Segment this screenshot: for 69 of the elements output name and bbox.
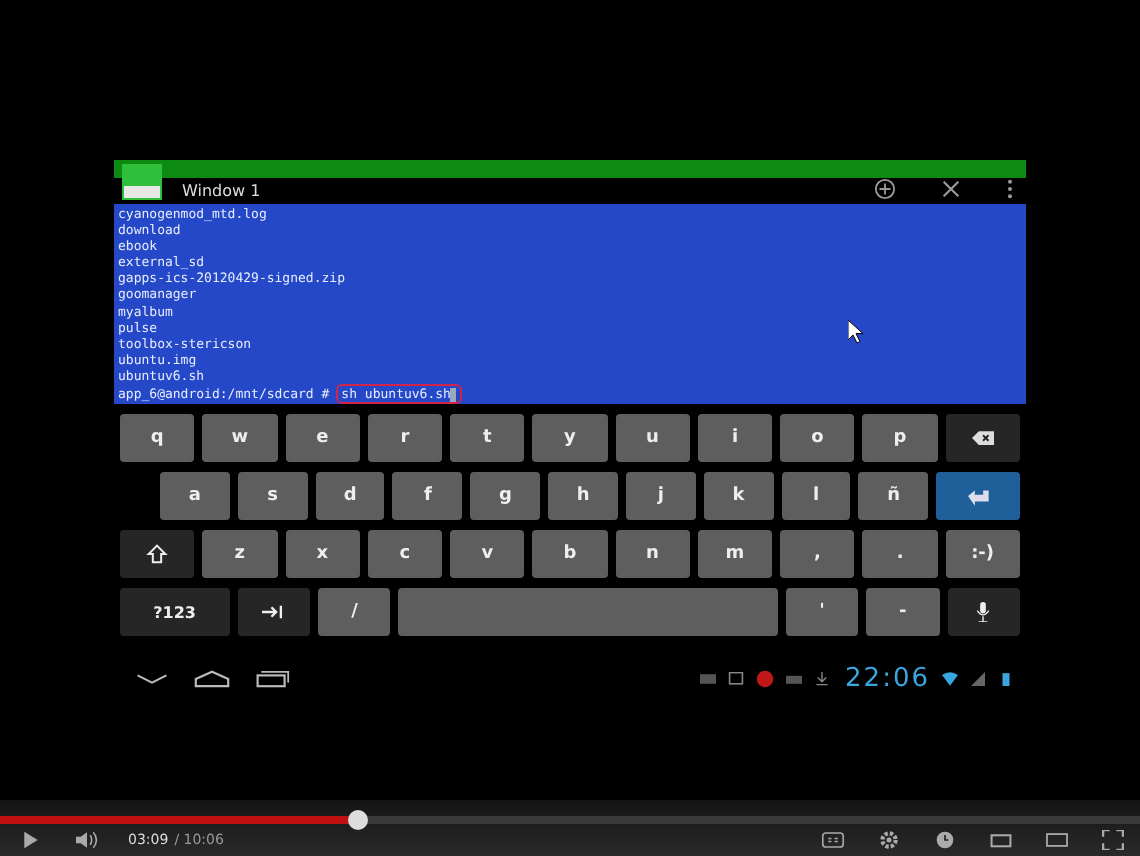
keyboard-key[interactable]: k — [703, 472, 774, 520]
keyboard-key[interactable]: w — [202, 414, 278, 462]
recent-apps-icon[interactable] — [254, 670, 290, 688]
keyboard-key[interactable]: g — [470, 472, 541, 520]
record-icon — [755, 670, 774, 688]
enter-key[interactable] — [936, 472, 1021, 520]
keyboard-key[interactable]: t — [450, 414, 525, 462]
shift-key[interactable] — [120, 530, 195, 578]
volume-icon[interactable] — [76, 830, 98, 850]
tab-key[interactable] — [237, 588, 311, 636]
keyboard-key[interactable]: i — [697, 414, 773, 462]
keyboard-key[interactable]: , — [780, 530, 855, 578]
settings-icon[interactable] — [878, 830, 900, 850]
shift-arrow-icon — [146, 544, 169, 564]
keyboard-key[interactable]: e — [285, 414, 360, 462]
back-icon[interactable] — [134, 670, 170, 688]
keyboard-key[interactable]: y — [532, 414, 608, 462]
download-icon — [813, 672, 830, 686]
battery-icon — [998, 672, 1014, 686]
keyboard-key[interactable]: :-) — [945, 530, 1020, 578]
keyboard-key[interactable]: h — [548, 472, 618, 520]
signal-icon — [970, 672, 986, 686]
keyboard-key[interactable]: r — [367, 414, 443, 462]
fullscreen-icon[interactable] — [1102, 830, 1124, 850]
keyboard-key[interactable]: s — [237, 472, 308, 520]
keyboard-key[interactable]: d — [315, 472, 385, 520]
keyboard-key[interactable]: n — [615, 530, 690, 578]
overflow-menu-icon[interactable] — [1006, 177, 1014, 199]
keyboard-key[interactable]: b — [532, 530, 608, 578]
keyboard-key[interactable]: z — [202, 530, 278, 578]
mouse-pointer-icon — [848, 320, 864, 344]
keyboard-key[interactable]: m — [697, 530, 773, 578]
add-icon[interactable] — [874, 177, 896, 199]
captions-icon[interactable] — [822, 830, 844, 850]
keyboard-key[interactable]: / — [318, 588, 391, 636]
close-icon[interactable] — [940, 177, 962, 199]
keyboard-key[interactable]: a — [160, 472, 230, 520]
tab-arrow-icon — [262, 602, 285, 622]
symbols-key[interactable]: ?123 — [120, 588, 230, 636]
play-icon[interactable] — [20, 830, 42, 850]
clock-time: 22:06 — [845, 664, 930, 694]
keyboard-key[interactable]: ñ — [858, 472, 929, 520]
backspace-key[interactable] — [945, 414, 1020, 462]
enter-arrow-icon — [967, 486, 990, 506]
keyboard-notification-icon — [699, 672, 716, 686]
tray-notification-icon — [785, 672, 802, 686]
keyboard-key[interactable]: q — [120, 414, 195, 462]
large-player-icon[interactable] — [1046, 830, 1068, 850]
keyboard-key[interactable]: o — [780, 414, 855, 462]
clock-icon[interactable] — [934, 830, 956, 850]
home-icon[interactable] — [194, 670, 230, 688]
keyboard-key[interactable]: j — [625, 472, 696, 520]
microphone-icon — [972, 602, 995, 622]
keyboard-key[interactable]: x — [285, 530, 360, 578]
keyboard-key[interactable]: u — [615, 414, 690, 462]
microphone-key[interactable] — [947, 588, 1020, 636]
keyboard-key[interactable]: l — [781, 472, 851, 520]
small-player-icon[interactable] — [990, 830, 1012, 850]
keyboard-key[interactable]: f — [392, 472, 463, 520]
keyboard-key[interactable]: c — [367, 530, 443, 578]
window-title: Window 1 — [182, 181, 261, 199]
keyboard-key[interactable]: - — [866, 588, 940, 636]
keyboard-key[interactable]: . — [862, 530, 938, 578]
keyboard-key[interactable]: v — [450, 530, 525, 578]
keyboard-key[interactable]: ' — [785, 588, 859, 636]
wifi-icon — [942, 672, 958, 686]
screen-notification-icon — [727, 672, 744, 686]
backspace-icon — [971, 428, 994, 448]
keyboard-key[interactable]: p — [862, 414, 938, 462]
